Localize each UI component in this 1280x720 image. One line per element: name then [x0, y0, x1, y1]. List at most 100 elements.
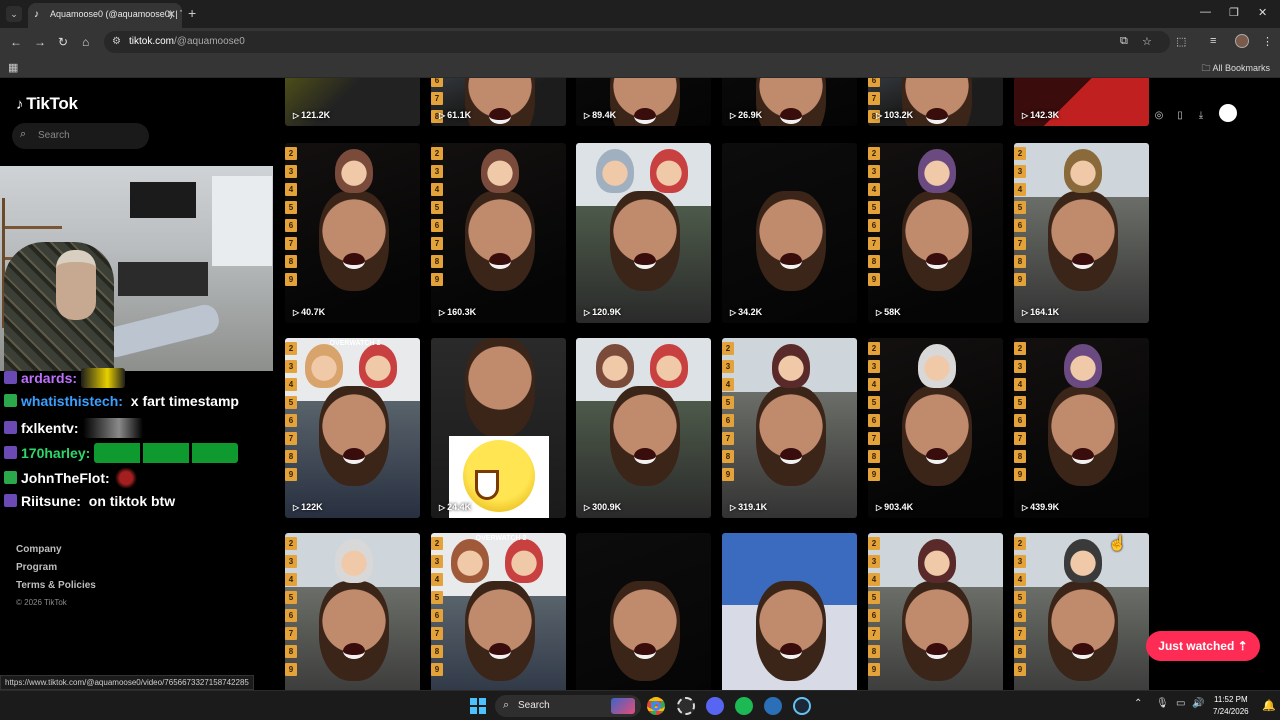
close-window-icon[interactable]: ✕	[1258, 6, 1267, 19]
taskbar-search[interactable]: ⌕ Search	[495, 695, 641, 717]
video-thumbnail[interactable]: 2 3 4 5 6 7 8 9	[285, 533, 420, 690]
tab-search-icon[interactable]: ⌄	[6, 6, 22, 22]
steam-taskbar-icon[interactable]	[793, 697, 811, 715]
home-icon[interactable]: ⌂	[82, 34, 89, 50]
spotify-taskbar-icon[interactable]	[735, 697, 753, 715]
video-thumbnail[interactable]: ▷ 300.9K	[576, 338, 711, 518]
tray-chevron-icon[interactable]: ⌃	[1134, 698, 1142, 709]
video-thumbnail[interactable]: ▷ 24.4K	[431, 338, 566, 518]
settings-icon[interactable]: ◎	[1150, 110, 1168, 121]
streamer	[4, 242, 114, 371]
view-count: ▷ 300.9K	[584, 502, 622, 512]
video-thumbnail[interactable]: 2 3 4 5 6 7 8 9 ▷ 319.1K	[722, 338, 857, 518]
video-thumbnail[interactable]: OVERWATCH 2 2 3 4 5 6 7 8 9	[431, 533, 566, 690]
video-thumbnail[interactable]: 23456789▷103.2K	[868, 78, 1003, 126]
globe-taskbar-icon[interactable]	[764, 697, 782, 715]
video-thumbnail[interactable]: ▷ 142.3K	[1014, 78, 1149, 126]
view-count: ▷ 120.9K	[584, 307, 622, 317]
cast-icon[interactable]: ⧉	[1120, 35, 1128, 48]
tab-close-icon[interactable]: ✕	[167, 8, 176, 21]
theme-toggle[interactable]	[1219, 104, 1237, 122]
footer-program-link[interactable]: Program	[16, 562, 96, 573]
rank-number: 6	[1014, 219, 1026, 232]
creator-mouth	[634, 108, 656, 124]
rank-number: 3	[431, 555, 443, 568]
start-button[interactable]	[470, 698, 486, 714]
reload-icon[interactable]: ↻	[58, 34, 68, 50]
extensions-icon[interactable]: ⬚	[1176, 35, 1186, 48]
video-thumbnail[interactable]: 23456789▷61.1K	[431, 78, 566, 126]
just-watched-button[interactable]: Just watched ⇡	[1146, 631, 1260, 661]
video-thumbnail[interactable]: ▷ 34.2K	[722, 143, 857, 323]
creator-mouth	[780, 643, 802, 659]
play-icon: ▷	[730, 308, 737, 317]
hero-portrait	[650, 149, 688, 193]
video-thumbnail[interactable]: ▷ 89.4K	[576, 78, 711, 126]
play-icon: ▷	[439, 503, 446, 512]
network-icon[interactable]: ▭	[1176, 698, 1185, 709]
apps-grid-icon[interactable]: ▦	[8, 61, 18, 74]
rank-number: 4	[868, 573, 880, 586]
video-thumbnail[interactable]	[722, 533, 857, 690]
bookmark-star-icon[interactable]: ☆	[1142, 35, 1152, 48]
video-thumbnail[interactable]: 2 3 4 5 6 7 8 9 ▷ 439.9K	[1014, 338, 1149, 518]
media-icon[interactable]: ≡	[1210, 35, 1216, 47]
minimize-icon[interactable]: —	[1200, 6, 1211, 18]
video-thumbnail[interactable]	[576, 533, 711, 690]
hero-portrait	[481, 149, 519, 193]
video-thumbnail[interactable]: ▷ 120.9K	[576, 143, 711, 323]
settings-taskbar-icon[interactable]	[677, 697, 695, 715]
rank-number: 9	[868, 273, 880, 286]
hero-portrait	[918, 539, 956, 583]
rank-number: 3	[285, 165, 297, 178]
rank-number: 3	[285, 555, 297, 568]
device-icon[interactable]: ▯	[1171, 110, 1189, 121]
video-thumbnail[interactable]: ▷ 121.2K	[285, 78, 420, 126]
view-count: ▷ 40.7K	[293, 307, 326, 317]
browser-tab[interactable]: ♪ Aquamoose0 (@aquamoose0) | TikTok ✕	[28, 3, 182, 28]
creator-face	[756, 191, 826, 291]
taskbar-clock[interactable]: 11:52 PM 7/24/2026	[1213, 694, 1249, 718]
footer-company-link[interactable]: Company	[16, 544, 96, 555]
view-count: ▷ 89.4K	[584, 110, 617, 120]
video-thumbnail[interactable]: 2 3 4 5 6 7 8 9 ▷ 903.4K	[868, 338, 1003, 518]
video-thumbnail[interactable]: 2 3 4 5 6 7 8 9 ▷ 58K	[868, 143, 1003, 323]
hero-portrait	[918, 149, 956, 193]
taskbar-search-label: Search	[518, 700, 550, 711]
back-icon[interactable]: ←	[10, 34, 22, 50]
creator-mouth	[489, 643, 511, 659]
video-thumbnail[interactable]: 2 3 4 5 6 7 8 9	[868, 533, 1003, 690]
hero-portrait	[772, 344, 810, 388]
address-bar[interactable]: ⚙ tiktok.com/@aquamoose0	[104, 31, 1170, 53]
forward-icon[interactable]: →	[34, 34, 46, 50]
video-thumbnail[interactable]: ▷ 26.9K	[722, 78, 857, 126]
video-thumbnail[interactable]: OVERWATCH 2 2 3 4 5 6 7 8 9 ▷ 122K	[285, 338, 420, 518]
all-bookmarks-button[interactable]: 🗀 All Bookmarks	[1201, 61, 1270, 77]
footer-terms-link[interactable]: Terms & Policies	[16, 580, 96, 591]
download-icon[interactable]: ⤓	[1192, 110, 1210, 121]
rank-number: 8	[431, 255, 443, 268]
new-tab-button[interactable]: +	[188, 6, 196, 20]
menu-icon[interactable]: ⋮	[1262, 35, 1273, 48]
mic-icon[interactable]: 🎙	[1156, 698, 1169, 709]
overwatch-title: OVERWATCH 2	[475, 535, 527, 542]
rank-number: 7	[285, 432, 297, 445]
site-info-icon[interactable]: ⚙	[112, 36, 121, 47]
search-input[interactable]: ⌕ Search	[12, 123, 149, 149]
tv	[130, 182, 196, 218]
volume-icon[interactable]: 🔊	[1192, 698, 1204, 709]
tiktok-logo[interactable]: ♪ TikTok	[16, 94, 78, 114]
profile-avatar[interactable]	[1235, 34, 1249, 48]
browser-toolbar: ← → ↻ ⌂ ⚙ tiktok.com/@aquamoose0 ⧉ ☆ ⬚ ≡…	[0, 28, 1280, 56]
chrome-taskbar-icon[interactable]	[647, 697, 665, 715]
chat-message: whatisthistech: x fart timestamp	[4, 393, 239, 415]
video-thumbnail[interactable]: 2 3 4 5 6 7 8 9 ▷ 164.1K	[1014, 143, 1149, 323]
rank-number: 9	[1014, 663, 1026, 676]
video-thumbnail[interactable]: 2 3 4 5 6 7 8 9 ▷ 160.3K	[431, 143, 566, 323]
notification-icon[interactable]: 🔔	[1262, 699, 1276, 712]
restore-icon[interactable]: ❐	[1229, 6, 1239, 19]
video-thumbnail[interactable]: 2 3 4 5 6 7 8 9 ▷ 40.7K	[285, 143, 420, 323]
discord-taskbar-icon[interactable]	[706, 697, 724, 715]
video-thumbnail[interactable]: 2 3 4 5 6 7 8 9	[1014, 533, 1149, 690]
bookmarks-bar: ▦ 🗀 All Bookmarks	[0, 56, 1280, 78]
